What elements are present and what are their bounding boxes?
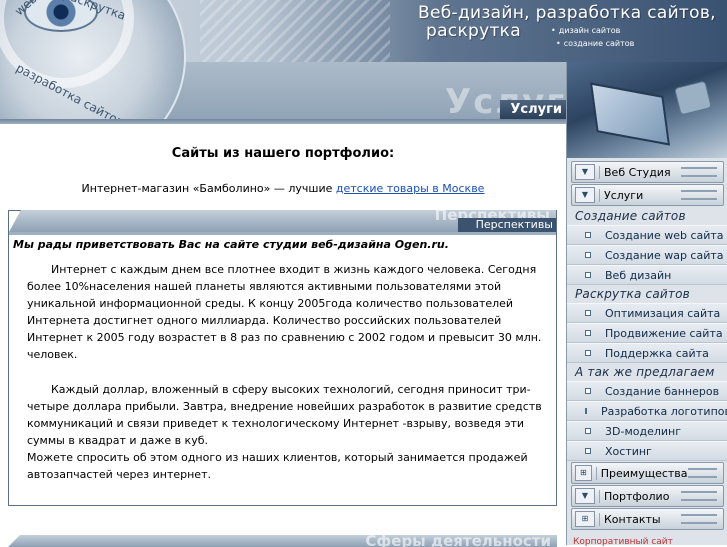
panel-title: Перспективы bbox=[458, 218, 556, 232]
bullet-icon bbox=[585, 232, 591, 238]
bullet-icon bbox=[585, 350, 591, 356]
nav-label: Портфолио bbox=[599, 489, 681, 503]
bullet-icon bbox=[585, 388, 591, 394]
grip-icon bbox=[681, 491, 717, 501]
panel-divider bbox=[9, 232, 556, 235]
menu-label: Веб дизайн bbox=[605, 268, 672, 282]
menu-label: Создание баннеров bbox=[605, 384, 720, 398]
monitor-icon bbox=[590, 82, 670, 146]
site-title-line1: Веб-дизайн, разработка сайтов, bbox=[418, 3, 716, 23]
bullet-icon bbox=[585, 272, 591, 278]
header-link-label: создание сайтов bbox=[563, 39, 635, 48]
menu-create-web[interactable]: Создание web сайта bbox=[567, 225, 727, 245]
sidebar-image bbox=[567, 62, 727, 158]
grip-icon bbox=[687, 468, 717, 478]
chevron-down-icon: ▼ bbox=[575, 164, 595, 180]
portfolio-text: Интернет-магазин «Бамболино» — лучшие bbox=[81, 182, 336, 195]
menu-3d-modeling[interactable]: 3D-моделинг bbox=[567, 421, 727, 441]
nav-advantages[interactable]: ⊞ Преимущества bbox=[571, 462, 724, 484]
menu-label: Хостинг bbox=[605, 444, 652, 458]
paragraph: Интернет с каждым днем все плотнее входи… bbox=[9, 251, 556, 363]
group-site-promotion: Раскрутка сайтов bbox=[575, 287, 690, 301]
sidebar: ▼ Веб Студия ▼ Услуги Создание сайтов Со… bbox=[566, 62, 727, 547]
nav-label: Контакты bbox=[599, 512, 681, 526]
section-tab: Услуги bbox=[500, 100, 566, 120]
bullet-icon bbox=[585, 330, 591, 336]
grip-icon bbox=[681, 514, 717, 524]
nav-label: Преимущества bbox=[595, 466, 688, 480]
header-link-create[interactable]: • создание сайтов bbox=[556, 39, 634, 48]
panel-body: Мы рады приветствовать Вас на сайте студ… bbox=[9, 238, 556, 483]
portfolio-title: Сайты из нашего портфолио: bbox=[171, 146, 395, 161]
panel-header: Перспективы Перспективы bbox=[9, 210, 556, 232]
menu-label: Создание wap сайта bbox=[605, 248, 724, 262]
activities-panel-header: Сферы деятельности bbox=[8, 535, 557, 547]
nav-label: Услуги bbox=[599, 188, 681, 202]
menu-support[interactable]: Поддержка сайта bbox=[567, 343, 727, 363]
menu-banners[interactable]: Создание баннеров bbox=[567, 381, 727, 401]
menu-hosting[interactable]: Хостинг bbox=[567, 441, 727, 461]
main-content: Сайты из нашего портфолио: Интернет-мага… bbox=[0, 124, 566, 547]
menu-label: Поддержка сайта bbox=[605, 346, 709, 360]
grip-icon bbox=[681, 190, 717, 200]
nav-label: Веб Студия bbox=[599, 165, 681, 179]
sidebar-menu: ▼ Веб Студия ▼ Услуги Создание сайтов Со… bbox=[567, 160, 727, 547]
nav-contacts[interactable]: ⊞ Контакты bbox=[571, 508, 724, 530]
portfolio-line: Интернет-магазин «Бамболино» — лучшие де… bbox=[0, 182, 566, 195]
paragraph-text: Можете спросить об этом одного из наших … bbox=[27, 451, 528, 481]
portfolio-link[interactable]: детские товары в Москве bbox=[336, 182, 485, 195]
expand-icon: ⊞ bbox=[575, 511, 595, 527]
group-site-creation: Создание сайтов bbox=[575, 209, 686, 223]
welcome-heading: Мы рады приветствовать Вас на сайте студ… bbox=[13, 238, 449, 251]
group-also-offer: А так же предлагаем bbox=[575, 365, 715, 379]
nav-services[interactable]: ▼ Услуги bbox=[571, 184, 724, 206]
bullet-icon bbox=[585, 310, 591, 316]
menu-promotion[interactable]: Продвижение сайта bbox=[567, 323, 727, 343]
menu-logos[interactable]: Разработка логотипов bbox=[567, 401, 727, 421]
menu-label: Продвижение сайта bbox=[605, 326, 723, 340]
menu-label: Разработка логотипов bbox=[601, 404, 727, 418]
grip-icon bbox=[681, 167, 717, 177]
menu-create-wap[interactable]: Создание wap сайта bbox=[567, 245, 727, 265]
site-title-line2: раскрутка bbox=[426, 21, 521, 41]
paragraph-text: Интернет с каждым днем все плотнее входи… bbox=[27, 263, 542, 361]
paragraph-text: Каждый доллар, вложенный в сферу высоких… bbox=[27, 383, 542, 447]
menu-optimization[interactable]: Оптимизация сайта bbox=[567, 303, 727, 323]
header-decoration bbox=[200, 0, 390, 62]
menu-label: 3D-моделинг bbox=[605, 424, 681, 438]
paragraph: Каждый доллар, вложенный в сферу высоких… bbox=[9, 363, 556, 483]
expand-icon: ⊞ bbox=[575, 465, 592, 481]
chevron-down-icon: ▼ bbox=[575, 187, 595, 203]
menu-label: Оптимизация сайта bbox=[605, 306, 721, 320]
bullet-icon bbox=[585, 252, 591, 258]
panel-watermark: Сферы деятельности bbox=[365, 535, 551, 547]
nav-portfolio[interactable]: ▼ Портфолио bbox=[571, 485, 724, 507]
nav-web-studio[interactable]: ▼ Веб Студия bbox=[571, 161, 724, 183]
menu-label: Создание web сайта bbox=[605, 228, 724, 242]
bullet-icon bbox=[585, 448, 591, 454]
bullet-icon bbox=[585, 428, 591, 434]
header-link-label: дизайн сайтов bbox=[558, 26, 621, 35]
bullet-icon: • bbox=[556, 39, 561, 48]
puzzle-icon bbox=[674, 80, 712, 116]
menu-web-design[interactable]: Веб дизайн bbox=[567, 265, 727, 285]
header-link-design[interactable]: • дизайн сайтов bbox=[551, 26, 620, 35]
chevron-down-icon: ▼ bbox=[575, 488, 595, 504]
bullet-icon bbox=[585, 408, 587, 414]
perspectives-panel: Перспективы Перспективы Мы рады приветст… bbox=[8, 210, 557, 506]
bullet-icon: • bbox=[551, 26, 556, 35]
